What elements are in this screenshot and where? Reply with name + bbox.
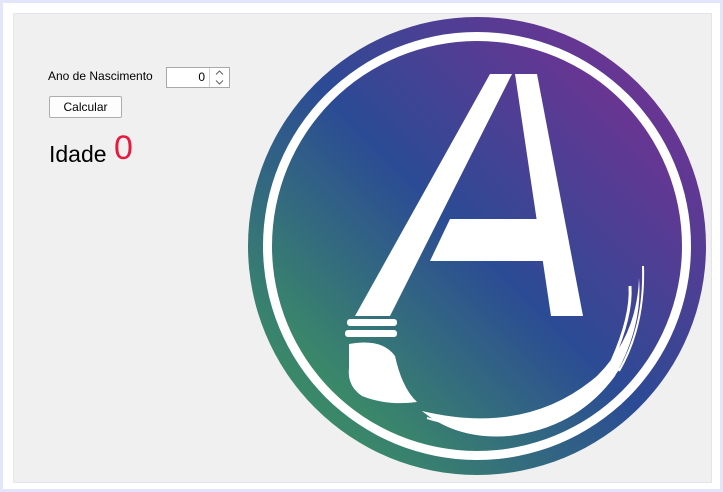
birth-year-spinner[interactable]: 0	[166, 67, 230, 88]
brush-letter-a-logo	[247, 16, 707, 476]
age-label: Idade	[49, 141, 107, 167]
birth-year-label: Ano de Nascimento	[48, 69, 153, 83]
chevron-down-icon[interactable]	[210, 78, 229, 88]
age-value: 0	[114, 129, 133, 167]
app-window: Ano de Nascimento 0 Calcular Idade 0	[0, 0, 723, 492]
chevron-up-icon[interactable]	[210, 68, 229, 78]
birth-year-input[interactable]: 0	[167, 68, 209, 87]
spinner-buttons	[209, 68, 229, 87]
calculate-button[interactable]: Calcular	[49, 96, 122, 118]
